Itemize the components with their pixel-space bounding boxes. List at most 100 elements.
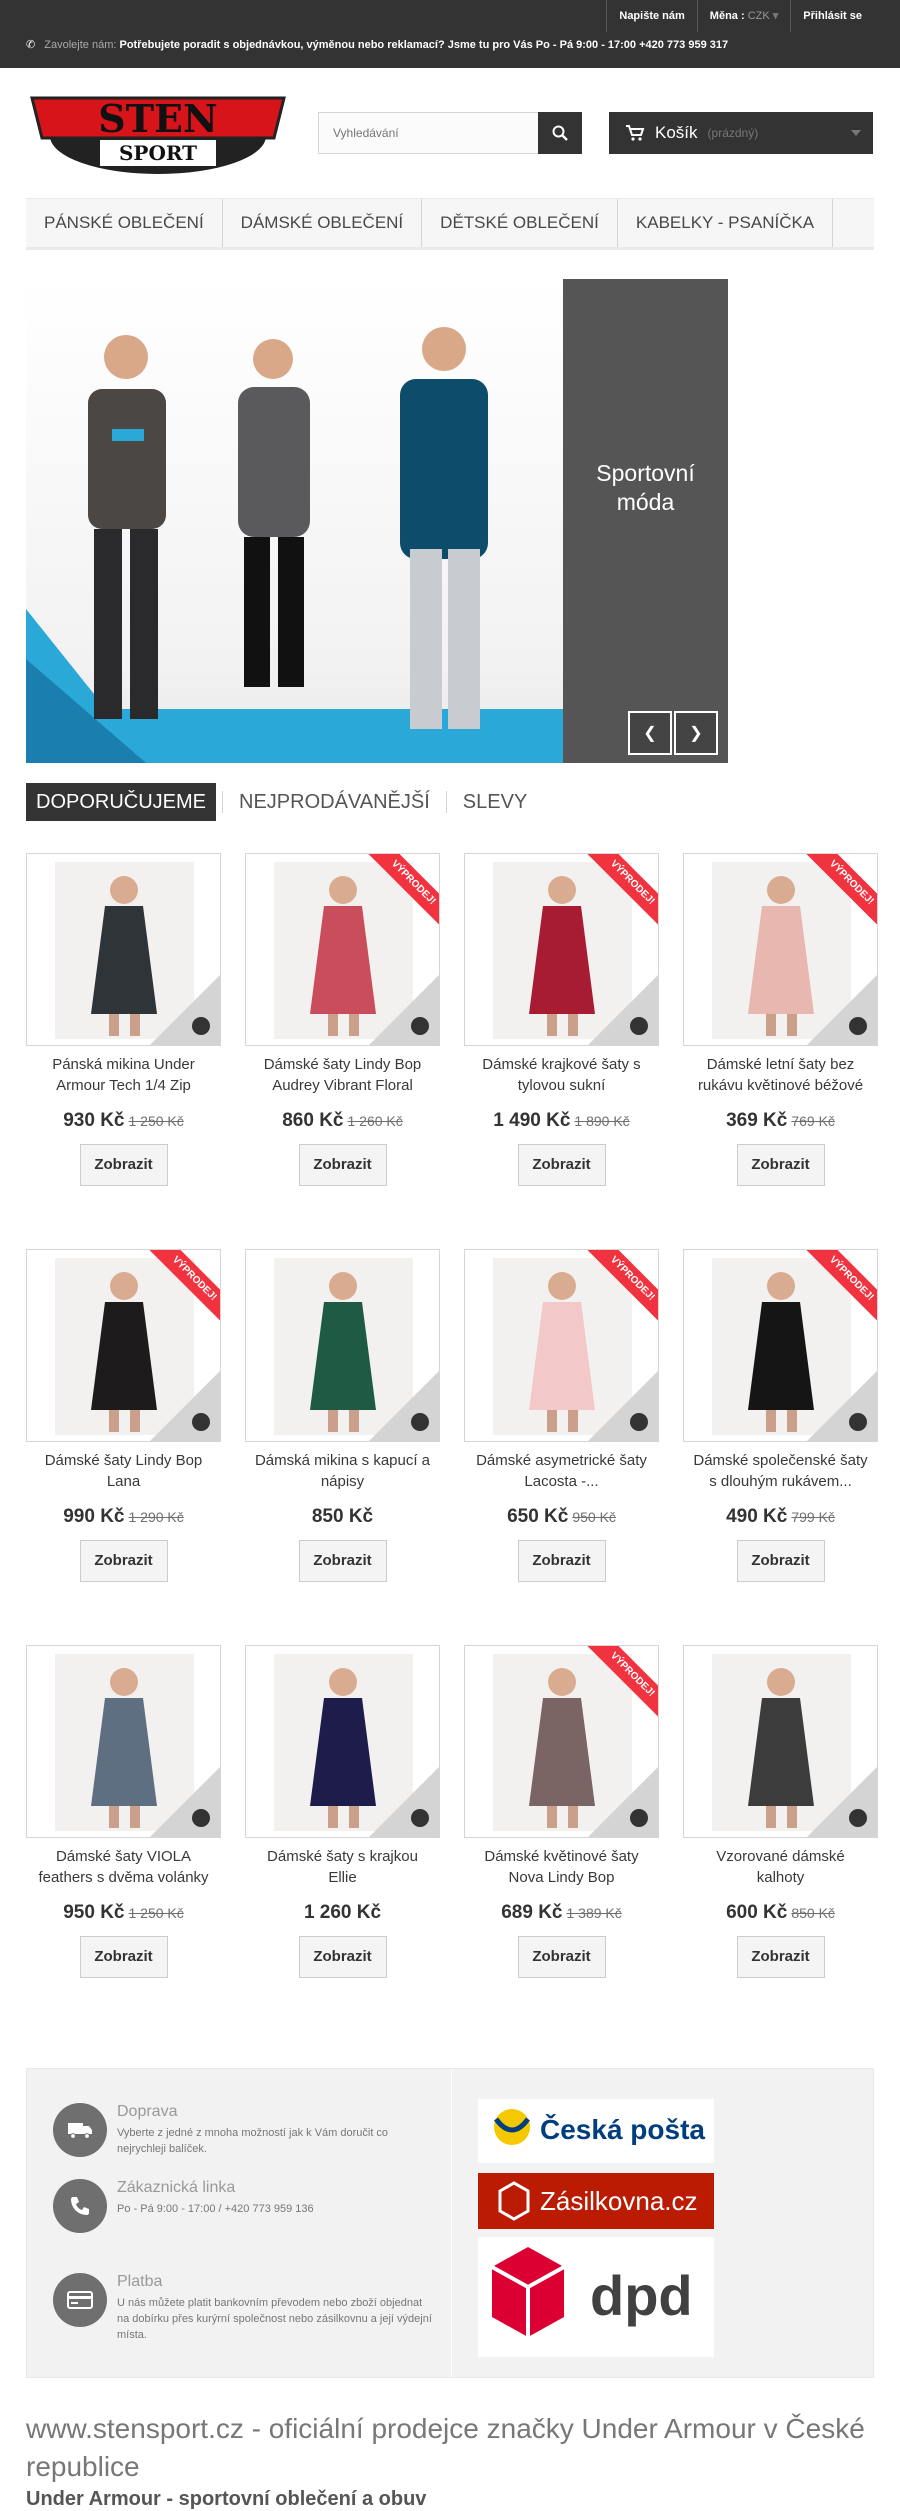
info-title: Doprava	[117, 2103, 178, 2120]
product-name[interactable]: Dámské šaty s krajkou Ellie	[245, 1846, 440, 1888]
view-product-button[interactable]: Zobrazit	[517, 1144, 606, 1186]
product-price: 990 Kč	[63, 1506, 125, 1527]
view-product-button[interactable]: Zobrazit	[298, 1144, 387, 1186]
product-tabs: Doporučujeme Nejprodávanější Slevy	[26, 783, 537, 821]
product-price: 369 Kč	[726, 1110, 788, 1131]
top-nav: Napište nám Měna : CZK ▾ Přihlásit se	[606, 0, 874, 32]
product-image[interactable]: Výprodej!	[683, 1249, 878, 1442]
product-image[interactable]: Výprodej!	[26, 1249, 221, 1442]
product-old-price: 1 250 Kč	[128, 1905, 184, 1921]
info-text: U nás můžete platit bankovním převodem n…	[117, 2297, 432, 2341]
product-card[interactable]: Výprodej! Dámské společenské šaty s dlouh…	[683, 1249, 878, 1582]
view-product-button[interactable]: Zobrazit	[79, 1936, 168, 1978]
product-name[interactable]: Dámské šaty Lindy Bop Lana	[26, 1450, 221, 1492]
slider-caption: Sportovní móda	[596, 460, 695, 515]
product-price-block: 860 Kč 1 260 Kč	[245, 1110, 440, 1132]
view-product-button[interactable]: Zobrazit	[736, 1144, 825, 1186]
product-card[interactable]: Výprodej! Dámské květinové šaty Nova Lind…	[464, 1645, 659, 1978]
store-logo[interactable]: STEN SPORT	[28, 84, 288, 176]
product-image[interactable]	[245, 1645, 440, 1838]
product-image[interactable]	[683, 1645, 878, 1838]
product-image[interactable]: Výprodej!	[464, 1249, 659, 1442]
product-name[interactable]: Dámské květinové šaty Nova Lindy Bop	[464, 1846, 659, 1888]
view-product-button[interactable]: Zobrazit	[79, 1540, 168, 1582]
view-product-button[interactable]: Zobrazit	[736, 1540, 825, 1582]
search-button[interactable]	[538, 112, 582, 154]
product-card[interactable]: Výprodej! Dámské asymetrické šaty Lacosta…	[464, 1249, 659, 1582]
tab-bestsellers[interactable]: Nejprodávanější	[229, 783, 440, 821]
slider-image[interactable]	[26, 279, 563, 763]
logo-bottom-text: SPORT	[119, 141, 197, 165]
quick-view-icon[interactable]	[849, 1809, 867, 1827]
cart-icon	[626, 125, 645, 141]
quick-view-icon[interactable]	[630, 1809, 648, 1827]
product-image[interactable]: Výprodej!	[245, 853, 440, 1046]
model-man-left	[88, 335, 166, 719]
tab-sale[interactable]: Slevy	[453, 783, 537, 821]
product-name[interactable]: Dámské krajkové šaty s tylovou sukní	[464, 1054, 659, 1096]
quick-view-icon[interactable]	[192, 1017, 210, 1035]
tab-recommended[interactable]: Doporučujeme	[26, 783, 217, 821]
product-price: 600 Kč	[726, 1902, 788, 1923]
product-image[interactable]	[26, 1645, 221, 1838]
quick-view-icon[interactable]	[411, 1413, 429, 1431]
quick-view-icon[interactable]	[192, 1413, 210, 1431]
product-card[interactable]: Dámské šaty s krajkou Ellie 1 260 Kč Zobra…	[245, 1645, 440, 1978]
product-name[interactable]: Dámské letní šaty bez rukávu květinové b…	[683, 1054, 878, 1096]
product-card[interactable]: Pánská mikina Under Armour Tech 1/4 Zip 9…	[26, 853, 221, 1186]
login-link[interactable]: Přihlásit se	[790, 0, 874, 32]
search-input[interactable]	[319, 113, 529, 153]
carrier-dpd[interactable]: dpd	[478, 2237, 714, 2357]
product-name[interactable]: Dámské asymetrické šaty Lacosta -...	[464, 1450, 659, 1492]
product-image[interactable]	[26, 853, 221, 1046]
menu-item-kids[interactable]: Dětské oblečení	[422, 199, 618, 247]
product-name[interactable]: Dámské společenské šaty s dlouhým rukáve…	[683, 1450, 878, 1492]
image-fold	[150, 975, 220, 1045]
quick-view-icon[interactable]	[849, 1017, 867, 1035]
carrier-zasilkovna[interactable]: Zásilkovna.cz	[478, 2173, 714, 2229]
quick-view-icon[interactable]	[411, 1017, 429, 1035]
product-image[interactable]: Výprodej!	[464, 853, 659, 1046]
view-product-button[interactable]: Zobrazit	[298, 1540, 387, 1582]
product-name[interactable]: Dámské šaty VIOLA feathers s dvěma volán…	[26, 1846, 221, 1888]
product-card[interactable]: Výprodej! Dámské šaty Lindy Bop Lana 990 K…	[26, 1249, 221, 1582]
product-card[interactable]: Výprodej! Dámské letní šaty bez rukávu kv…	[683, 853, 878, 1186]
currency-selector[interactable]: Měna : CZK ▾	[696, 0, 791, 32]
slider-prev-button[interactable]: ❮	[628, 711, 672, 755]
product-card[interactable]: Vzorované dámské kalhoty 600 Kč 850 Kč Zobr…	[683, 1645, 878, 1978]
product-name[interactable]: Vzorované dámské kalhoty	[683, 1846, 878, 1888]
menu-item-womens[interactable]: Dámské oblečení	[223, 199, 423, 247]
product-price-block: 689 Kč 1 389 Kč	[464, 1902, 659, 1924]
product-image[interactable]: Výprodej!	[683, 853, 878, 1046]
quick-view-icon[interactable]	[192, 1809, 210, 1827]
view-product-button[interactable]: Zobrazit	[517, 1540, 606, 1582]
menu-item-bags[interactable]: Kabelky - psaníčka	[618, 199, 834, 247]
product-name[interactable]: Pánská mikina Under Armour Tech 1/4 Zip	[26, 1054, 221, 1096]
slider-caption-panel: Sportovní móda	[563, 279, 728, 763]
product-image[interactable]: Výprodej!	[464, 1645, 659, 1838]
view-product-button[interactable]: Zobrazit	[517, 1936, 606, 1978]
product-name[interactable]: Dámská mikina s kapucí a nápisy	[245, 1450, 440, 1492]
cart-label: Košík	[655, 123, 698, 142]
view-product-button[interactable]: Zobrazit	[298, 1936, 387, 1978]
view-product-button[interactable]: Zobrazit	[736, 1936, 825, 1978]
quick-view-icon[interactable]	[411, 1809, 429, 1827]
cart-button[interactable]: Košík (prázdný)	[609, 112, 873, 154]
view-product-button[interactable]: Zobrazit	[79, 1144, 168, 1186]
product-card[interactable]: Dámské šaty VIOLA feathers s dvěma volán…	[26, 1645, 221, 1978]
quick-view-icon[interactable]	[630, 1017, 648, 1035]
menu-item-mens[interactable]: Pánské oblečení	[26, 199, 223, 247]
product-card[interactable]: Výprodej! Dámské krajkové šaty s tylovou …	[464, 853, 659, 1186]
contact-link[interactable]: Napište nám	[606, 0, 696, 32]
quick-view-icon[interactable]	[630, 1413, 648, 1431]
carrier-ceska-posta[interactable]: Česká pošta	[478, 2099, 714, 2163]
product-name[interactable]: Dámské šaty Lindy Bop Audrey Vibrant Flo…	[245, 1054, 440, 1096]
product-card[interactable]: Výprodej! Dámské šaty Lindy Bop Audrey Vi…	[245, 853, 440, 1186]
product-card[interactable]: Dámská mikina s kapucí a nápisy 850 Kč Zob…	[245, 1249, 440, 1582]
carrier-name: dpd	[590, 2264, 693, 2327]
quick-view-icon[interactable]	[849, 1413, 867, 1431]
product-price: 850 Kč	[311, 1506, 374, 1527]
slider-next-button[interactable]: ❯	[674, 711, 718, 755]
product-image[interactable]	[245, 1249, 440, 1442]
image-fold	[807, 975, 877, 1045]
